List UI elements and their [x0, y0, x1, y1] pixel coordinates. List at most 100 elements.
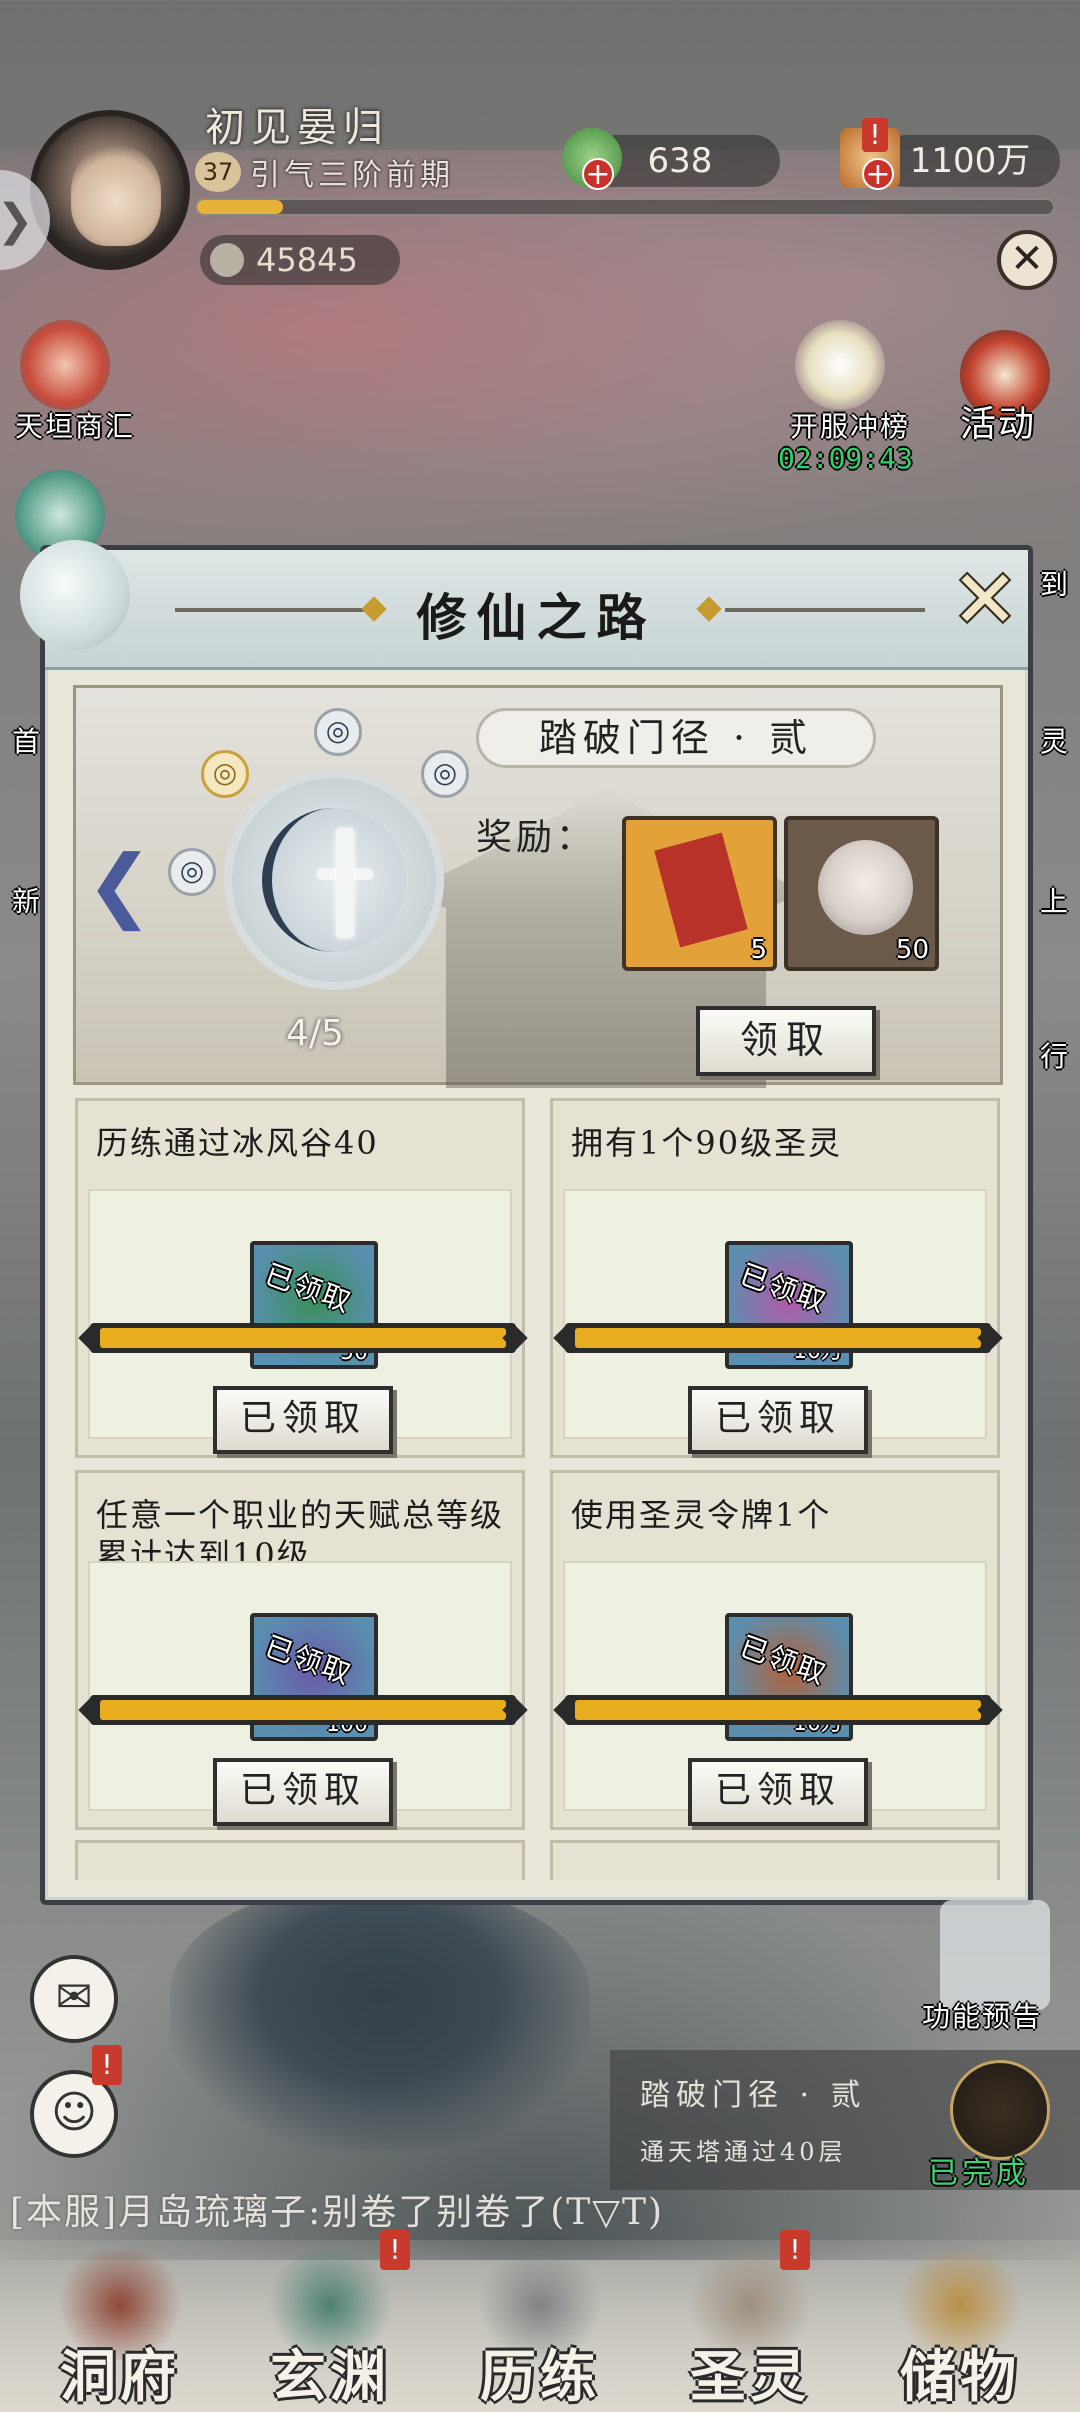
task-title: 历练通过冰风谷40	[96, 1124, 379, 1162]
shop-label: 天垣商汇	[15, 410, 136, 443]
task-title: 拥有1个90级圣灵	[571, 1124, 843, 1162]
exp-bar-fill	[197, 200, 283, 214]
combat-power: 45845	[200, 235, 400, 285]
task-claimed-button[interactable]: 已领取	[688, 1758, 868, 1826]
ranking-label: 开服冲榜	[790, 410, 911, 443]
task-card-partial	[550, 1840, 1000, 1880]
task-claimed-button[interactable]: 已领取	[213, 1386, 393, 1454]
quest-description: 通天塔通过40层	[640, 2138, 847, 2166]
shop-icon[interactable]	[20, 320, 110, 410]
claimed-stamp: 已领取	[260, 1257, 357, 1320]
background-character	[170, 1890, 590, 2150]
coin-currency: 1100万	[880, 135, 1060, 187]
task-card-partial	[75, 1840, 525, 1880]
ring-inner	[262, 808, 406, 952]
left-edge-label-1: 首	[12, 725, 41, 758]
nav-alert-badge: !	[380, 2230, 410, 2270]
stage-node-1: ◎	[201, 750, 249, 798]
stage-name: 踏破门径 · 贰	[476, 708, 876, 768]
reward-label: 奖励：	[476, 817, 597, 858]
task-title: 使用圣灵令牌1个	[571, 1496, 832, 1534]
chat-message[interactable]: [本服]月岛琉璃子:别卷了别卷了(T▽T)	[10, 2183, 664, 2235]
claimed-stamp: 已领取	[260, 1629, 357, 1692]
task-progress-bar	[90, 1323, 516, 1353]
add-coins-button[interactable]: +	[862, 158, 894, 190]
ranking-timer: 02:09:43	[778, 442, 913, 475]
nav-label: 储物	[900, 2344, 1020, 2410]
stage-node-2: ◎	[314, 708, 362, 756]
level-badge: 37	[195, 152, 241, 192]
avatar-face	[71, 146, 161, 246]
task-card: 任意一个职业的天赋总等级累计达到10级 已领取 100 已领取	[75, 1470, 525, 1830]
title-line-right	[725, 608, 925, 612]
nav-abyss[interactable]: 玄渊 !	[230, 2230, 430, 2412]
stage-progress: 4/5	[286, 1013, 344, 1054]
mail-button[interactable]: ✉	[30, 1955, 118, 2043]
task-progress-bar	[565, 1323, 991, 1353]
player-avatar[interactable]	[30, 110, 190, 270]
jade-value: 638	[647, 141, 713, 181]
player-realm: 引气三阶前期	[250, 158, 454, 193]
nav-storage[interactable]: 储物	[860, 2240, 1060, 2412]
mail-icon: ✉	[55, 1972, 93, 2023]
reward-item-spirit[interactable]: 50	[784, 816, 939, 971]
quest-title: 踏破门径 · 贰	[640, 2078, 867, 2113]
bottom-navigation: 洞府 玄渊 ! 历练 圣灵 ! 储物	[0, 2230, 1080, 2412]
stage-node-3: ◎	[421, 750, 469, 798]
left-edge-label-2: 新	[12, 885, 41, 918]
stage-node-4: ◎	[168, 848, 216, 896]
modal-header: 修仙之路 ✕	[20, 540, 1028, 670]
coin-value: 1100万	[909, 141, 1031, 181]
right-edge-label-1: 到	[1040, 568, 1069, 601]
nav-cave[interactable]: 洞府	[20, 2240, 220, 2412]
task-claimed-button[interactable]: 已领取	[213, 1758, 393, 1826]
task-progress-bar	[565, 1695, 991, 1725]
nav-spirit[interactable]: 圣灵 !	[650, 2230, 850, 2412]
ranking-icon[interactable]	[795, 320, 885, 410]
task-card: 拥有1个90级圣灵 已领取 10万 已领取	[550, 1098, 1000, 1458]
friends-alert-badge: !	[92, 2045, 122, 2085]
claimed-stamp: 已领取	[735, 1257, 832, 1320]
player-name: 初见晏归	[205, 105, 389, 151]
task-progress-fill	[100, 1700, 506, 1720]
task-claimed-button[interactable]: 已领取	[688, 1386, 868, 1454]
talisman-icon	[654, 832, 748, 948]
reward-item-talisman[interactable]: 5	[622, 816, 777, 971]
stage-panel: ❮ ◎ ◎ ◎ ◎ 4/5 踏破门径 · 贰 奖励： 5 50 领取	[73, 685, 1003, 1088]
right-edge-label-3: 上	[1040, 885, 1069, 918]
modal-title: 修仙之路	[416, 588, 657, 647]
close-icon[interactable]: ✕	[945, 560, 1025, 645]
quest-tracker[interactable]: 踏破门径 · 贰 通天塔通过40层 已完成	[610, 2050, 1080, 2191]
nav-label: 圣灵	[690, 2344, 810, 2410]
activity-label: 活动	[960, 404, 1037, 445]
claimed-stamp: 已领取	[735, 1629, 832, 1692]
stage-progress-ring	[224, 770, 444, 990]
feature-preview-label: 功能预告	[922, 2000, 1043, 2033]
task-card: 历练通过冰风谷40 已领取 50 已领取	[75, 1098, 525, 1458]
stage-claim-button[interactable]: 领取	[696, 1006, 876, 1076]
feature-preview-icon[interactable]	[940, 1900, 1050, 2010]
nav-label: 历练	[480, 2344, 600, 2410]
spirit-character-icon	[818, 840, 913, 935]
nav-label: 玄渊	[270, 2344, 390, 2410]
task-card: 使用圣灵令牌1个 已领取 10万 已领取	[550, 1470, 1000, 1830]
nav-alert-badge: !	[780, 2230, 810, 2270]
close-icon[interactable]: ✕	[997, 230, 1057, 290]
right-edge-label-2: 灵	[1040, 725, 1069, 758]
task-progress-bar	[90, 1695, 516, 1725]
scroll-icon	[950, 2060, 1050, 2160]
nav-label: 洞府	[60, 2344, 180, 2410]
sword-icon	[336, 828, 354, 938]
coin-alert-badge: !	[862, 118, 888, 152]
cultivation-path-modal: 修仙之路 ✕ ❮ ◎ ◎ ◎ ◎ 4/5 踏破门径 · 贰 奖励： 5 50 领…	[20, 540, 1033, 1905]
reward-count: 50	[895, 935, 929, 965]
nav-training[interactable]: 历练	[440, 2240, 640, 2412]
reward-count: 5	[750, 935, 767, 965]
power-icon	[210, 243, 244, 277]
quest-status: 已完成	[928, 2156, 1030, 2191]
exp-bar	[195, 198, 1055, 216]
previous-stage-arrow-icon[interactable]: ❮	[86, 838, 153, 931]
person-icon: ☺	[51, 2087, 97, 2138]
task-progress-fill	[575, 1700, 981, 1720]
add-jade-button[interactable]: +	[582, 158, 614, 190]
